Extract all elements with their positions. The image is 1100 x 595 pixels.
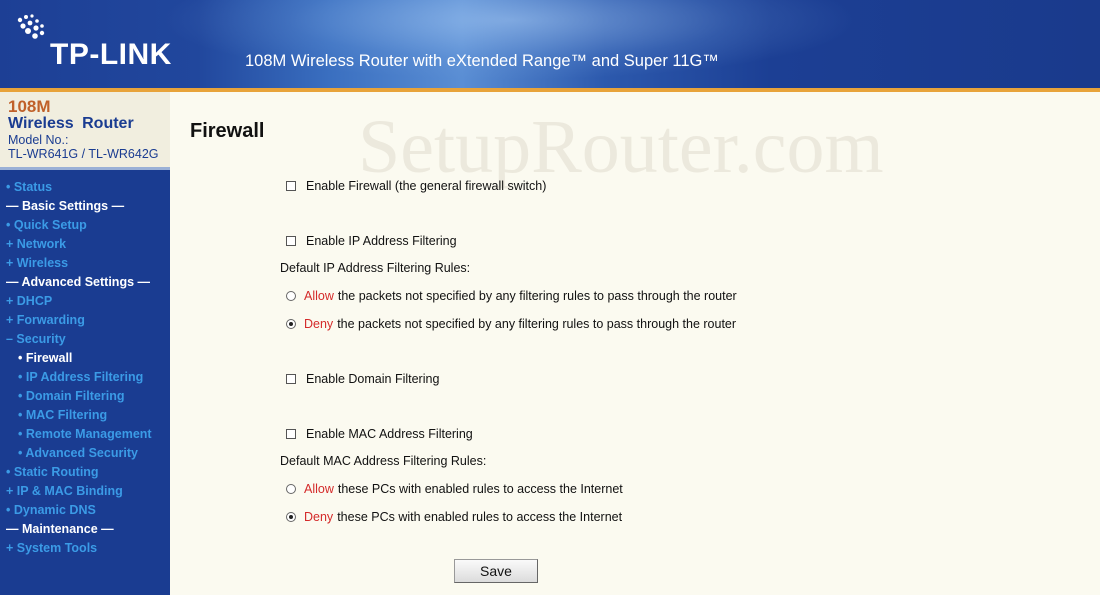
enable-mac-filtering-label: Enable MAC Address Filtering (306, 427, 473, 441)
mac-deny-radio[interactable] (286, 512, 296, 522)
main-content: SetupRouter.com Firewall Enable Firewall… (170, 92, 1100, 595)
ip-deny-radio[interactable] (286, 319, 296, 329)
enable-ip-filtering-label: Enable IP Address Filtering (306, 234, 457, 248)
ip-filtering-rules-label: Default IP Address Filtering Rules: (280, 261, 471, 275)
enable-domain-filtering-row[interactable]: Enable Domain Filtering (286, 372, 439, 386)
mac-allow-keyword: Allow (304, 482, 334, 496)
sidebar-item-security[interactable]: – Security (6, 330, 170, 349)
sidebar-item-ip-mac-binding[interactable]: + IP & MAC Binding (6, 482, 170, 501)
sidebar-header-maintenance: — Maintenance — (6, 522, 114, 536)
save-button[interactable]: Save (454, 559, 538, 583)
mac-deny-option[interactable]: Deny these PCs with enabled rules to acc… (286, 510, 622, 524)
watermark: SetupRouter.com (358, 105, 884, 189)
sidebar-item-dhcp[interactable]: + DHCP (6, 292, 170, 311)
enable-firewall-label: Enable Firewall (the general firewall sw… (306, 179, 547, 193)
ip-allow-text: the packets not specified by any filteri… (337, 289, 737, 303)
ip-allow-radio[interactable] (286, 291, 296, 301)
sidebar-item-dynamic-dns[interactable]: • Dynamic DNS (6, 501, 170, 520)
brand-logo-text: TP-LINK (50, 38, 172, 71)
sidebar-item-ip-address-filtering[interactable]: • IP Address Filtering (6, 368, 170, 387)
sidebar-header-advanced-settings: — Advanced Settings — (6, 275, 151, 289)
sidebar-item-mac-filtering[interactable]: • MAC Filtering (6, 406, 170, 425)
ip-deny-text: the packets not specified by any filteri… (337, 317, 737, 331)
sidebar-item-quick-setup[interactable]: • Quick Setup (6, 216, 170, 235)
enable-ip-filtering-checkbox[interactable] (286, 236, 296, 246)
enable-mac-filtering-row[interactable]: Enable MAC Address Filtering (286, 427, 473, 441)
sidebar-item-domain-filtering[interactable]: • Domain Filtering (6, 387, 170, 406)
sidebar-header-basic-settings: — Basic Settings — (6, 199, 125, 213)
sidebar-item-remote-management[interactable]: • Remote Management (6, 425, 162, 444)
enable-domain-filtering-checkbox[interactable] (286, 374, 296, 384)
ip-deny-option[interactable]: Deny the packets not specified by any fi… (286, 317, 736, 331)
mac-allow-radio[interactable] (286, 484, 296, 494)
sidebar-item-static-routing[interactable]: • Static Routing (6, 463, 170, 482)
model-product: Wireless Router (8, 115, 134, 132)
enable-domain-filtering-label: Enable Domain Filtering (306, 372, 440, 386)
tp-link-logo-icon (17, 14, 45, 39)
sidebar-menu: • Status — Basic Settings — • Quick Setu… (0, 170, 170, 558)
header-tagline: 108M Wireless Router with eXtended Range… (245, 52, 719, 70)
page-title: Firewall (190, 120, 265, 142)
mac-allow-option[interactable]: Allow these PCs with enabled rules to ac… (286, 482, 623, 496)
ip-allow-keyword: Allow (304, 289, 334, 303)
ip-allow-option[interactable]: Allow the packets not specified by any f… (286, 289, 737, 303)
enable-ip-filtering-row[interactable]: Enable IP Address Filtering (286, 234, 457, 248)
sidebar-item-system-tools[interactable]: + System Tools (6, 539, 170, 558)
sidebar-item-forwarding[interactable]: + Forwarding (6, 311, 170, 330)
enable-mac-filtering-checkbox[interactable] (286, 429, 296, 439)
header-banner: TP-LINK 108M Wireless Router with eXtend… (0, 0, 1100, 92)
enable-firewall-checkbox[interactable] (286, 181, 296, 191)
model-label: Model No.: (8, 133, 69, 147)
sidebar-item-firewall[interactable]: • Firewall (6, 349, 170, 368)
model-speed: 108M (8, 97, 51, 116)
mac-deny-text: these PCs with enabled rules to access t… (337, 510, 623, 524)
sidebar: 108M Wireless Router Model No.: TL-WR641… (0, 92, 170, 595)
sidebar-item-wireless[interactable]: + Wireless (6, 254, 170, 273)
mac-allow-text: these PCs with enabled rules to access t… (337, 482, 623, 496)
sidebar-item-status[interactable]: • Status (6, 178, 170, 197)
model-number: TL-WR641G / TL-WR642G (8, 147, 159, 161)
sidebar-item-network[interactable]: + Network (6, 235, 170, 254)
model-info: 108M Wireless Router Model No.: TL-WR641… (0, 92, 170, 170)
enable-firewall-row[interactable]: Enable Firewall (the general firewall sw… (286, 179, 546, 193)
mac-deny-keyword: Deny (304, 510, 334, 524)
sidebar-item-advanced-security[interactable]: • Advanced Security (6, 444, 170, 463)
mac-filtering-rules-label: Default MAC Address Filtering Rules: (280, 454, 487, 468)
ip-deny-keyword: Deny (304, 317, 334, 331)
